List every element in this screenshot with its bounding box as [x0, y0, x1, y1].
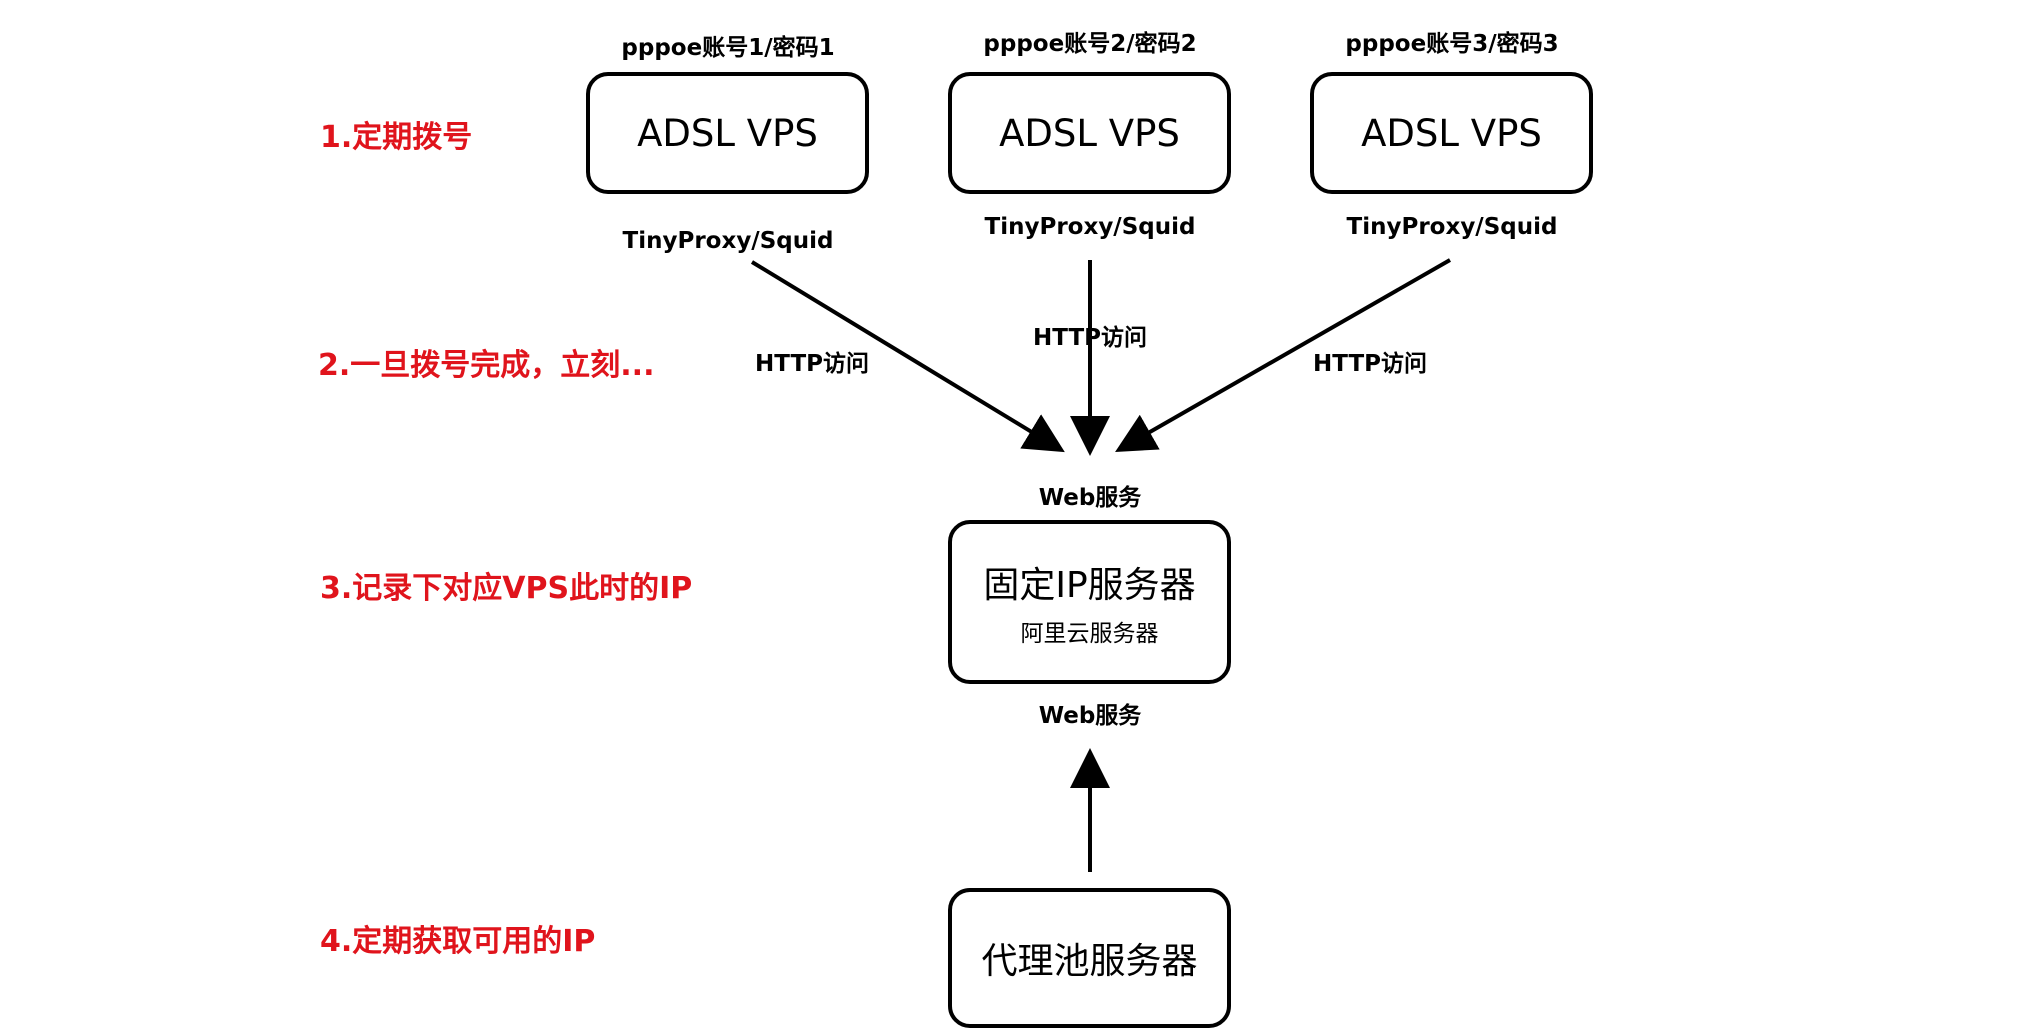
- arrow-vps1-to-fixed: [750, 260, 1065, 453]
- arrow-vps3-to-fixed: [1115, 258, 1451, 452]
- connector-arrows: [750, 258, 1451, 872]
